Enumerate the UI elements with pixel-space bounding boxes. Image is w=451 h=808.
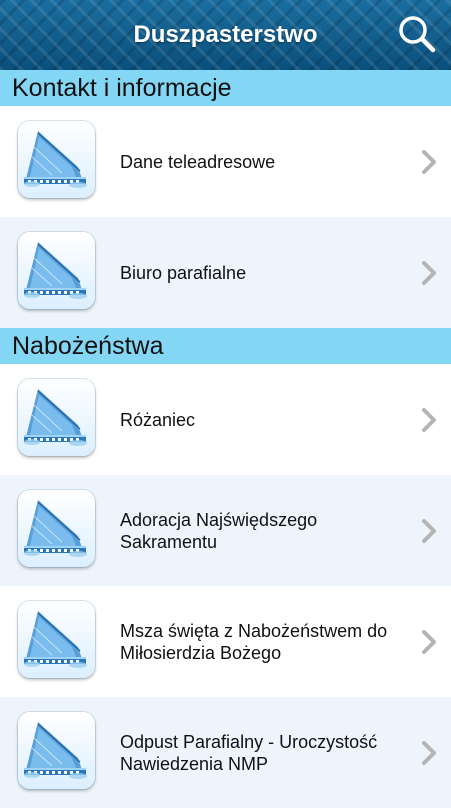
list-item-biuro-parafialne[interactable]: Biuro parafialne xyxy=(0,217,451,328)
section-header-nabozenstwa: Nabożeństwa xyxy=(0,328,451,364)
church-thumbnail xyxy=(18,712,95,789)
list-item-label: Różaniec xyxy=(120,409,196,430)
church-thumbnail xyxy=(18,490,95,567)
chevron-right-icon xyxy=(422,407,436,432)
list-item-dane-teleadresowe[interactable]: Dane teleadresowe xyxy=(0,106,451,217)
list-item-adoracja[interactable]: Adoracja Najświędszego Sakramentu xyxy=(0,475,451,586)
list-item-label: Msza święta z Nabożeństwem do Miłosierdz… xyxy=(120,620,388,663)
app-bar: Duszpasterstwo xyxy=(0,0,451,70)
chevron-right-icon xyxy=(422,629,436,654)
list-item-label: Dane teleadresowe xyxy=(120,151,276,172)
chevron-right-icon xyxy=(422,260,436,285)
church-thumbnail xyxy=(18,601,95,678)
chevron-right-icon xyxy=(422,740,436,765)
list-item-rozaniec[interactable]: Różaniec xyxy=(0,364,451,475)
chevron-right-icon xyxy=(422,149,436,174)
list-item-label: Biuro parafialne xyxy=(120,262,247,283)
list-item-msza-swieta[interactable]: Msza święta z Nabożeństwem do Miłosierdz… xyxy=(0,586,451,697)
church-thumbnail xyxy=(18,232,95,309)
section-header-kontakt: Kontakt i informacje xyxy=(0,70,451,106)
church-thumbnail xyxy=(18,379,95,456)
search-button[interactable] xyxy=(395,12,439,56)
list-item-label: Odpust Parafialny - Uroczystość Nawiedze… xyxy=(120,731,378,774)
chevron-right-icon xyxy=(422,518,436,543)
church-thumbnail xyxy=(18,121,95,198)
list-content: Kontakt i informacje Dane teleadresowe B… xyxy=(0,70,451,808)
search-icon xyxy=(399,16,436,53)
list-item-odpust-parafialny[interactable]: Odpust Parafialny - Uroczystość Nawiedze… xyxy=(0,697,451,808)
list-item-label: Adoracja Najświędszego Sakramentu xyxy=(120,509,318,552)
page-title: Duszpasterstwo xyxy=(133,21,318,48)
